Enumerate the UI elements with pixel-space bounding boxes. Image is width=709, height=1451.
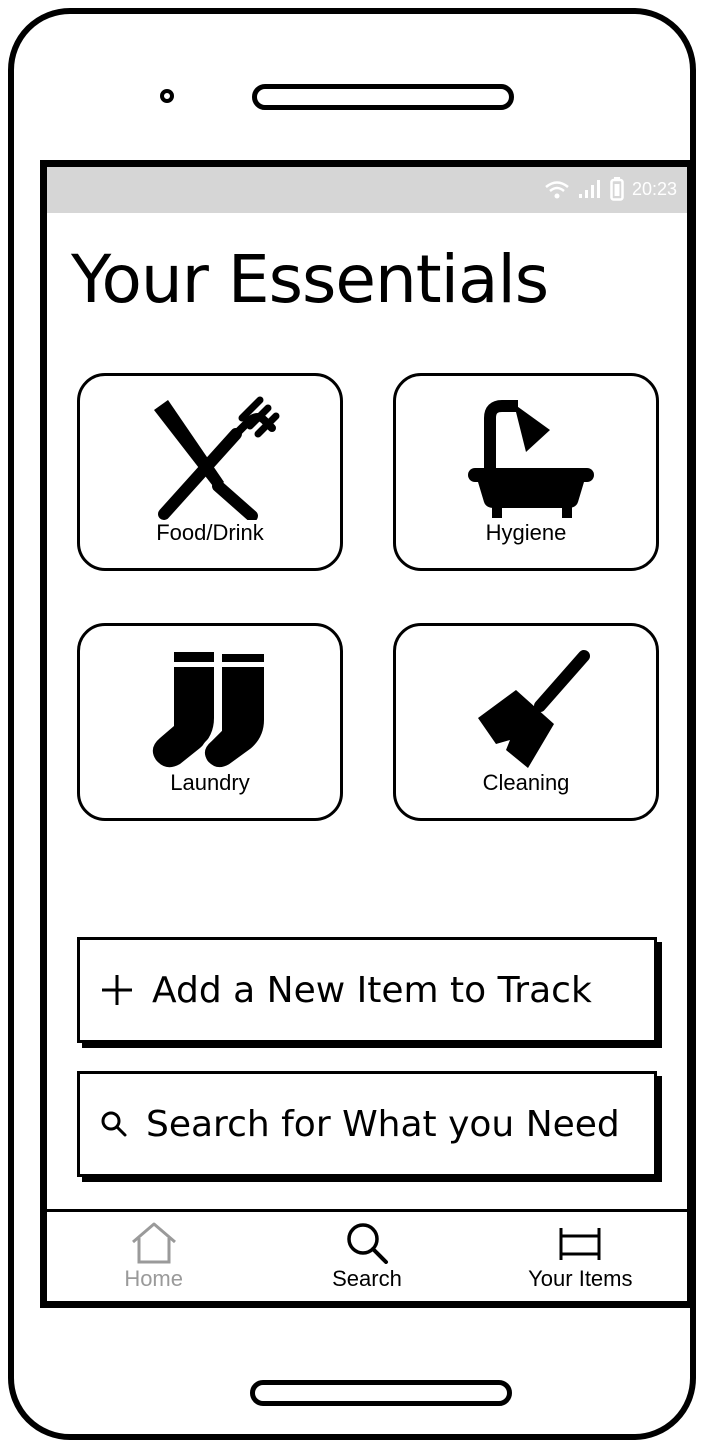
add-item-label: Add a New Item to Track bbox=[152, 969, 592, 1011]
phone-screen: 20:23 Your Essentials Food/Drink Hygiene… bbox=[40, 160, 694, 1308]
home-hardware-button[interactable] bbox=[250, 1380, 512, 1406]
bathtub-shower-icon bbox=[468, 400, 594, 518]
add-item-button[interactable]: Add a New Item to Track bbox=[77, 937, 657, 1043]
fork-knife-icon bbox=[154, 396, 280, 520]
wifi-icon bbox=[545, 181, 569, 199]
category-label: Cleaning bbox=[482, 770, 570, 795]
speaker-slot bbox=[252, 84, 514, 110]
tab-label: Home bbox=[124, 1266, 183, 1291]
search-icon bbox=[101, 1111, 127, 1137]
page-title: Your Essentials bbox=[71, 241, 549, 318]
plus-icon bbox=[102, 975, 132, 1005]
search-label: Search for What you Need bbox=[146, 1103, 620, 1145]
search-button[interactable]: Search for What you Need bbox=[77, 1071, 657, 1177]
category-label: Food/Drink bbox=[156, 520, 264, 545]
category-card-cleaning[interactable]: Cleaning bbox=[393, 623, 659, 821]
tab-search[interactable]: Search bbox=[260, 1212, 473, 1301]
category-card-hygiene[interactable]: Hygiene bbox=[393, 373, 659, 571]
category-card-food-drink[interactable]: Food/Drink bbox=[77, 373, 343, 571]
tab-label: Your Items bbox=[528, 1266, 633, 1291]
tab-label: Search bbox=[332, 1266, 402, 1291]
tab-your-items[interactable]: Your Items bbox=[474, 1212, 687, 1301]
status-bar: 20:23 bbox=[47, 167, 687, 213]
signal-icon bbox=[578, 180, 600, 198]
category-card-laundry[interactable]: Laundry bbox=[77, 623, 343, 821]
socks-icon bbox=[152, 650, 268, 770]
search-icon bbox=[347, 1223, 388, 1264]
battery-icon bbox=[610, 177, 624, 201]
category-label: Hygiene bbox=[485, 520, 567, 545]
bottom-tab-bar: Home Search Your Items bbox=[47, 1209, 687, 1301]
tab-home[interactable]: Home bbox=[47, 1212, 260, 1301]
status-time: 20:23 bbox=[631, 178, 677, 199]
broom-icon bbox=[478, 650, 590, 768]
category-label: Laundry bbox=[170, 770, 250, 795]
bed-icon bbox=[559, 1228, 601, 1260]
camera-icon bbox=[160, 89, 174, 103]
home-icon bbox=[131, 1222, 176, 1264]
status-icons: 20:23 bbox=[544, 177, 677, 201]
